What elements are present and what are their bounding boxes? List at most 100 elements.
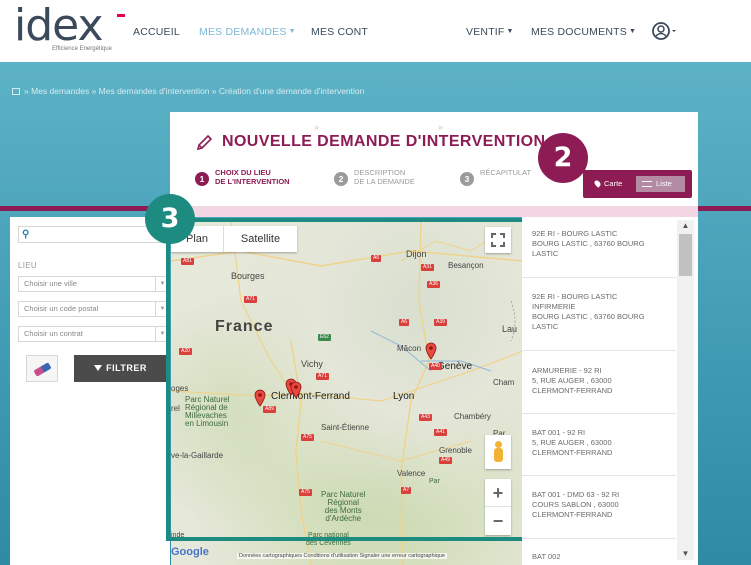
list-item[interactable]: ARMURERIE - 92 RI 5, RUE AUGER , 63000 CLE… — [532, 366, 678, 396]
step-separator-arrow: » — [314, 122, 320, 132]
road-shield: A43 — [419, 414, 432, 421]
map-label-valence: Valence — [397, 469, 426, 478]
list-divider — [522, 277, 676, 278]
search-input[interactable]: ⚲ — [18, 226, 168, 243]
idex-logo[interactable]: idex Efficience Energétique — [14, 0, 125, 56]
map-label-fragment-cham: Cham — [493, 378, 515, 387]
annotation-badge-3: 3 — [145, 194, 195, 244]
zoom-out-button[interactable]: − — [485, 507, 511, 535]
list-divider — [522, 350, 676, 351]
chevron-down-icon: ▼ — [506, 28, 514, 35]
nav-mes-documents[interactable]: MES DOCUMENTS ▼ — [531, 26, 636, 38]
chevron-down-icon: ▼ — [288, 28, 296, 35]
search-icon: ⚲ — [22, 229, 30, 240]
pencil-icon — [195, 134, 213, 152]
map-view[interactable]: Plan Satellite Dijon Besançon Bourges Fr… — [171, 221, 523, 565]
list-divider — [522, 413, 676, 414]
map-label-fragment-lau: Lau — [502, 324, 518, 334]
road-shield: A40 — [429, 363, 442, 370]
filter-button[interactable]: FILTRER — [74, 355, 167, 382]
scroll-down-icon[interactable]: ▼ — [677, 548, 694, 560]
step-label: RÉCAPITULAT — [480, 168, 532, 177]
location-marker[interactable] — [254, 389, 266, 407]
street-view-pegman-icon[interactable] — [485, 435, 511, 469]
logo-accent-mark — [117, 14, 125, 17]
view-toggle: Carte Liste — [590, 176, 685, 192]
fullscreen-icon[interactable] — [485, 227, 511, 253]
map-pin-icon — [593, 179, 602, 188]
map-label-besancon: Besançon — [448, 261, 484, 270]
road-shield: A6 — [399, 319, 410, 326]
road-shield: A36 — [427, 281, 440, 288]
list-item[interactable]: BAT 001 - DMD 63 - 92 RI COURS SABLON , 6… — [532, 490, 678, 520]
step-number: 1 — [195, 172, 209, 186]
map-label-france: France — [215, 318, 274, 335]
annotation-badge-2: 2 — [538, 133, 588, 183]
list-icon — [642, 181, 652, 187]
map-label-dijon: Dijon — [406, 249, 427, 259]
list-item[interactable]: 92E RI - BOURG LASTIC BOURG LASTIC , 6376… — [532, 229, 678, 259]
site-results-list: 92E RI - BOURG LASTIC BOURG LASTIC , 6376… — [522, 217, 698, 565]
logo-tagline: Efficience Energétique — [52, 46, 112, 52]
road-shield: A75 — [299, 489, 312, 496]
user-account-icon[interactable] — [651, 20, 677, 42]
map-label-parc-cevennes: Parc national des Cévennes — [306, 532, 351, 547]
page-title: NOUVELLE DEMANDE D'INTERVENTION — [222, 133, 546, 150]
list-item[interactable]: BAT 002 — [532, 552, 678, 562]
accent-strip — [170, 206, 698, 217]
location-marker[interactable] — [290, 381, 302, 399]
road-shield: A7 — [401, 487, 412, 494]
map-view-button[interactable]: Carte — [590, 176, 636, 192]
road-shield: A71 — [316, 373, 329, 380]
road-shield: E62 — [318, 334, 331, 341]
road-shield: A71 — [244, 296, 257, 303]
map-attribution[interactable]: Données cartographiques Conditions d'uti… — [237, 553, 447, 559]
map-label-fragment-oges: oges — [171, 384, 189, 393]
map-label-parc-ardeche: Parc Naturel Régional des Monts d'Ardèch… — [321, 490, 366, 523]
list-item[interactable]: BAT 001 - 92 RI 5, RUE AUGER , 63000 CLERM… — [532, 428, 678, 458]
filter-panel: ⚲ LIEU Choisir une ville ▼ Choisir un cod… — [10, 217, 170, 565]
road-shield: A31 — [421, 264, 434, 271]
home-icon[interactable] — [12, 88, 20, 95]
postal-code-select[interactable]: Choisir un code postal ▼ — [18, 301, 170, 317]
road-shield: A20 — [179, 348, 192, 355]
nav-inventif[interactable]: VENTIF ▼ — [466, 26, 514, 38]
results-scrollbar[interactable]: ▲ ▼ — [677, 220, 694, 560]
map-label-fragment-rel: rel — [171, 404, 180, 413]
nav-mes-demandes[interactable]: MES DEMANDES ▼ — [199, 26, 296, 38]
google-logo: Google — [171, 546, 209, 558]
chevron-down-icon: ▼ — [155, 302, 169, 316]
road-shield: A75 — [301, 434, 314, 441]
step-number: 2 — [334, 172, 348, 186]
step-label: DESCRIPTION DE LA DEMANDE — [354, 168, 415, 186]
map-label-bourges: Bourges — [231, 271, 265, 281]
list-item[interactable]: 92E RI - BOURG LASTIC INFIRMERIE BOURG LAS… — [532, 292, 678, 332]
map-tab-satellite[interactable]: Satellite — [223, 226, 297, 252]
map-label-vichy: Vichy — [301, 359, 323, 369]
list-divider — [522, 538, 676, 539]
step-label: CHOIX DU LIEU DE L'INTERVENTION — [215, 168, 290, 186]
map-label-macon: Mâcon — [397, 344, 422, 353]
road-shield: A6 — [371, 255, 382, 262]
logo-text: idex — [14, 0, 103, 51]
scrollbar-thumb[interactable] — [679, 234, 692, 276]
list-view-button[interactable]: Liste — [636, 176, 685, 192]
chevron-down-icon: ▼ — [628, 28, 637, 35]
scroll-up-icon[interactable]: ▲ — [677, 220, 694, 232]
contract-select[interactable]: Choisir un contrat ▼ — [18, 326, 170, 342]
list-divider — [522, 475, 676, 476]
map-label-saint-etienne: Saint-Étienne — [321, 423, 370, 432]
nav-accueil[interactable]: ACCUEIL — [133, 26, 180, 38]
city-select[interactable]: Choisir une ville ▼ — [18, 276, 170, 292]
breadcrumb-text[interactable]: » Mes demandes » Mes demandes d'interven… — [24, 86, 364, 96]
step-separator-arrow: » — [438, 122, 444, 132]
zoom-control: + − — [485, 479, 511, 535]
breadcrumb: » Mes demandes » Mes demandes d'interven… — [12, 86, 364, 96]
map-label-chambery: Chambéry — [454, 412, 491, 421]
nav-mes-contrats[interactable]: MES CONT — [311, 26, 368, 38]
clear-filters-button[interactable] — [26, 355, 58, 382]
zoom-in-button[interactable]: + — [485, 479, 511, 507]
funnel-icon — [94, 365, 103, 371]
road-shield: A89 — [263, 406, 276, 413]
location-marker[interactable] — [425, 342, 437, 360]
